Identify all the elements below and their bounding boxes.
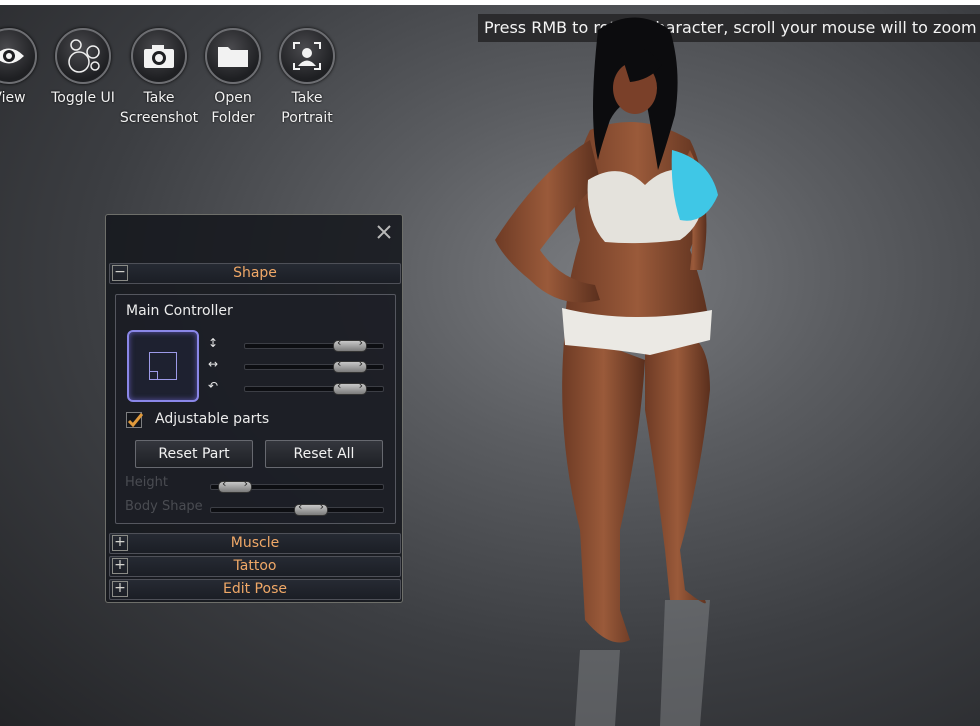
view-label: View <box>0 90 26 106</box>
rotate-axis-icon: ↶ <box>208 379 219 393</box>
horizontal-axis-slider[interactable] <box>244 357 384 373</box>
height-label: Height <box>125 475 168 490</box>
section-edit-pose[interactable]: + Edit Pose <box>109 579 401 600</box>
horizontal-axis-icon: ↔ <box>208 357 219 371</box>
vertical-axis-icon: ↕ <box>208 336 219 350</box>
reset-part-button[interactable]: Reset Part <box>135 440 253 468</box>
slider-handle[interactable] <box>294 500 328 516</box>
body-shape-slider[interactable] <box>210 500 384 516</box>
toggle-ui-label: Toggle UI <box>51 90 115 106</box>
open-folder-label: Open Folder <box>211 90 255 126</box>
reset-all-button[interactable]: Reset All <box>265 440 383 468</box>
take-screenshot-button[interactable]: Take Screenshot <box>119 28 199 128</box>
section-tattoo-title: Tattoo <box>233 558 277 574</box>
window-top-edge <box>0 0 980 5</box>
slider-handle[interactable] <box>333 379 367 395</box>
take-portrait-button[interactable]: Take Portrait <box>267 28 347 128</box>
portrait-icon <box>279 28 335 84</box>
section-edit-pose-title: Edit Pose <box>223 581 287 597</box>
body-shape-label: Body Shape <box>125 499 203 514</box>
shape-panel: − Shape Main Controller ↕ ↔ ↶ Adjustable… <box>105 214 403 603</box>
close-icon[interactable] <box>375 223 393 241</box>
character-model[interactable] <box>470 10 770 726</box>
section-muscle[interactable]: + Muscle <box>109 533 401 554</box>
adjustable-parts-checkbox[interactable] <box>126 412 144 428</box>
view-button[interactable]: View <box>0 28 49 108</box>
take-screenshot-label: Take Screenshot <box>119 90 199 126</box>
open-folder-button[interactable]: Open Folder <box>193 28 273 128</box>
vertical-axis-slider[interactable] <box>244 336 384 352</box>
section-shape[interactable]: − Shape <box>109 263 401 284</box>
adjustable-parts-label: Adjustable parts <box>155 411 270 427</box>
main-controller-box: Main Controller ↕ ↔ ↶ Adjustable parts R… <box>115 294 396 524</box>
section-tattoo[interactable]: + Tattoo <box>109 556 401 577</box>
rotate-axis-slider[interactable] <box>244 379 384 395</box>
slider-handle[interactable] <box>333 357 367 373</box>
slider-handle[interactable] <box>333 336 367 352</box>
folder-icon <box>205 28 261 84</box>
direction-pad[interactable] <box>127 330 199 402</box>
toggle-ui-button[interactable]: Toggle UI <box>43 28 123 108</box>
circles-icon <box>55 28 111 84</box>
section-shape-title: Shape <box>233 265 277 281</box>
check-icon <box>127 413 144 428</box>
section-muscle-title: Muscle <box>230 535 280 551</box>
slider-handle[interactable] <box>218 477 252 493</box>
camera-icon <box>131 28 187 84</box>
main-controller-title: Main Controller <box>126 303 233 319</box>
height-slider[interactable] <box>210 477 384 493</box>
eye-icon <box>0 28 37 84</box>
pad-corner <box>149 371 158 380</box>
take-portrait-label: Take Portrait <box>281 90 333 126</box>
